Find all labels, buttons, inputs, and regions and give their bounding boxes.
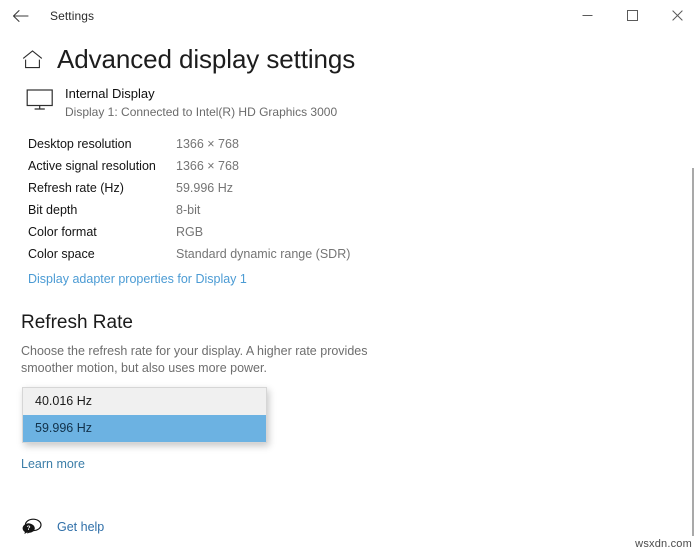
get-help-row[interactable]: ? Get help <box>21 517 700 537</box>
refresh-rate-description: Choose the refresh rate for your display… <box>21 343 368 375</box>
back-arrow-icon <box>12 9 29 23</box>
home-icon[interactable] <box>19 46 45 72</box>
monitor-icon <box>26 88 54 112</box>
watermark: wsxdn.com <box>635 538 692 550</box>
table-row: Active signal resolution 1366 × 768 <box>28 155 700 177</box>
app-title: Settings <box>50 8 95 23</box>
spec-value: 8-bit <box>176 202 201 217</box>
minimize-button[interactable] <box>565 0 610 31</box>
dropdown-option-40[interactable]: 40.016 Hz <box>23 388 266 415</box>
refresh-rate-heading: Refresh Rate <box>21 311 133 333</box>
page-title: Advanced display settings <box>57 44 356 74</box>
spec-value: 1366 × 768 <box>176 136 239 151</box>
maximize-button[interactable] <box>610 0 655 31</box>
spec-label: Color format <box>28 224 97 239</box>
display-subtitle: Display 1: Connected to Intel(R) HD Grap… <box>65 104 338 119</box>
settings-content: Advanced display settings Internal Displ… <box>0 45 700 537</box>
vertical-scrollbar[interactable] <box>692 168 694 536</box>
refresh-rate-dropdown-wrapper: 40.016 Hz 59.996 Hz <box>22 386 267 443</box>
spec-value: Standard dynamic range (SDR) <box>176 246 351 261</box>
spec-value: 59.996 Hz <box>176 180 233 195</box>
help-speech-bubble-icon: ? <box>21 517 43 537</box>
close-icon <box>672 10 683 21</box>
spec-label: Color space <box>28 246 95 261</box>
table-row: Color format RGB <box>28 221 700 243</box>
spec-label: Active signal resolution <box>28 158 156 173</box>
spec-label: Bit depth <box>28 202 78 217</box>
svg-text:?: ? <box>27 525 31 532</box>
window-controls <box>565 0 700 31</box>
page-header: Advanced display settings <box>0 45 700 74</box>
table-row: Bit depth 8-bit <box>28 199 700 221</box>
display-text-block: Internal Display Display 1: Connected to… <box>65 86 337 120</box>
close-button[interactable] <box>655 0 700 31</box>
display-name: Internal Display <box>65 85 155 101</box>
learn-more-link[interactable]: Learn more <box>21 457 85 471</box>
maximize-icon <box>627 10 638 21</box>
table-row: Refresh rate (Hz) 59.996 Hz <box>28 177 700 199</box>
spec-value: RGB <box>176 224 204 239</box>
refresh-rate-dropdown-list[interactable]: 40.016 Hz 59.996 Hz <box>22 386 267 443</box>
spec-label: Refresh rate (Hz) <box>28 180 124 195</box>
spec-label: Desktop resolution <box>28 136 132 151</box>
display-summary: Internal Display Display 1: Connected to… <box>0 86 700 120</box>
display-spec-table: Desktop resolution 1366 × 768 Active sig… <box>0 133 700 265</box>
back-button[interactable] <box>0 1 40 31</box>
get-help-link[interactable]: Get help <box>57 520 104 534</box>
table-row: Desktop resolution 1366 × 768 <box>28 133 700 155</box>
dropdown-option-59[interactable]: 59.996 Hz <box>23 414 266 442</box>
display-adapter-properties-link[interactable]: Display adapter properties for Display 1 <box>28 272 247 286</box>
table-row: Color space Standard dynamic range (SDR) <box>28 243 700 265</box>
spec-value: 1366 × 768 <box>176 158 239 173</box>
minimize-icon <box>582 10 593 21</box>
window-titlebar: Settings <box>0 0 700 31</box>
